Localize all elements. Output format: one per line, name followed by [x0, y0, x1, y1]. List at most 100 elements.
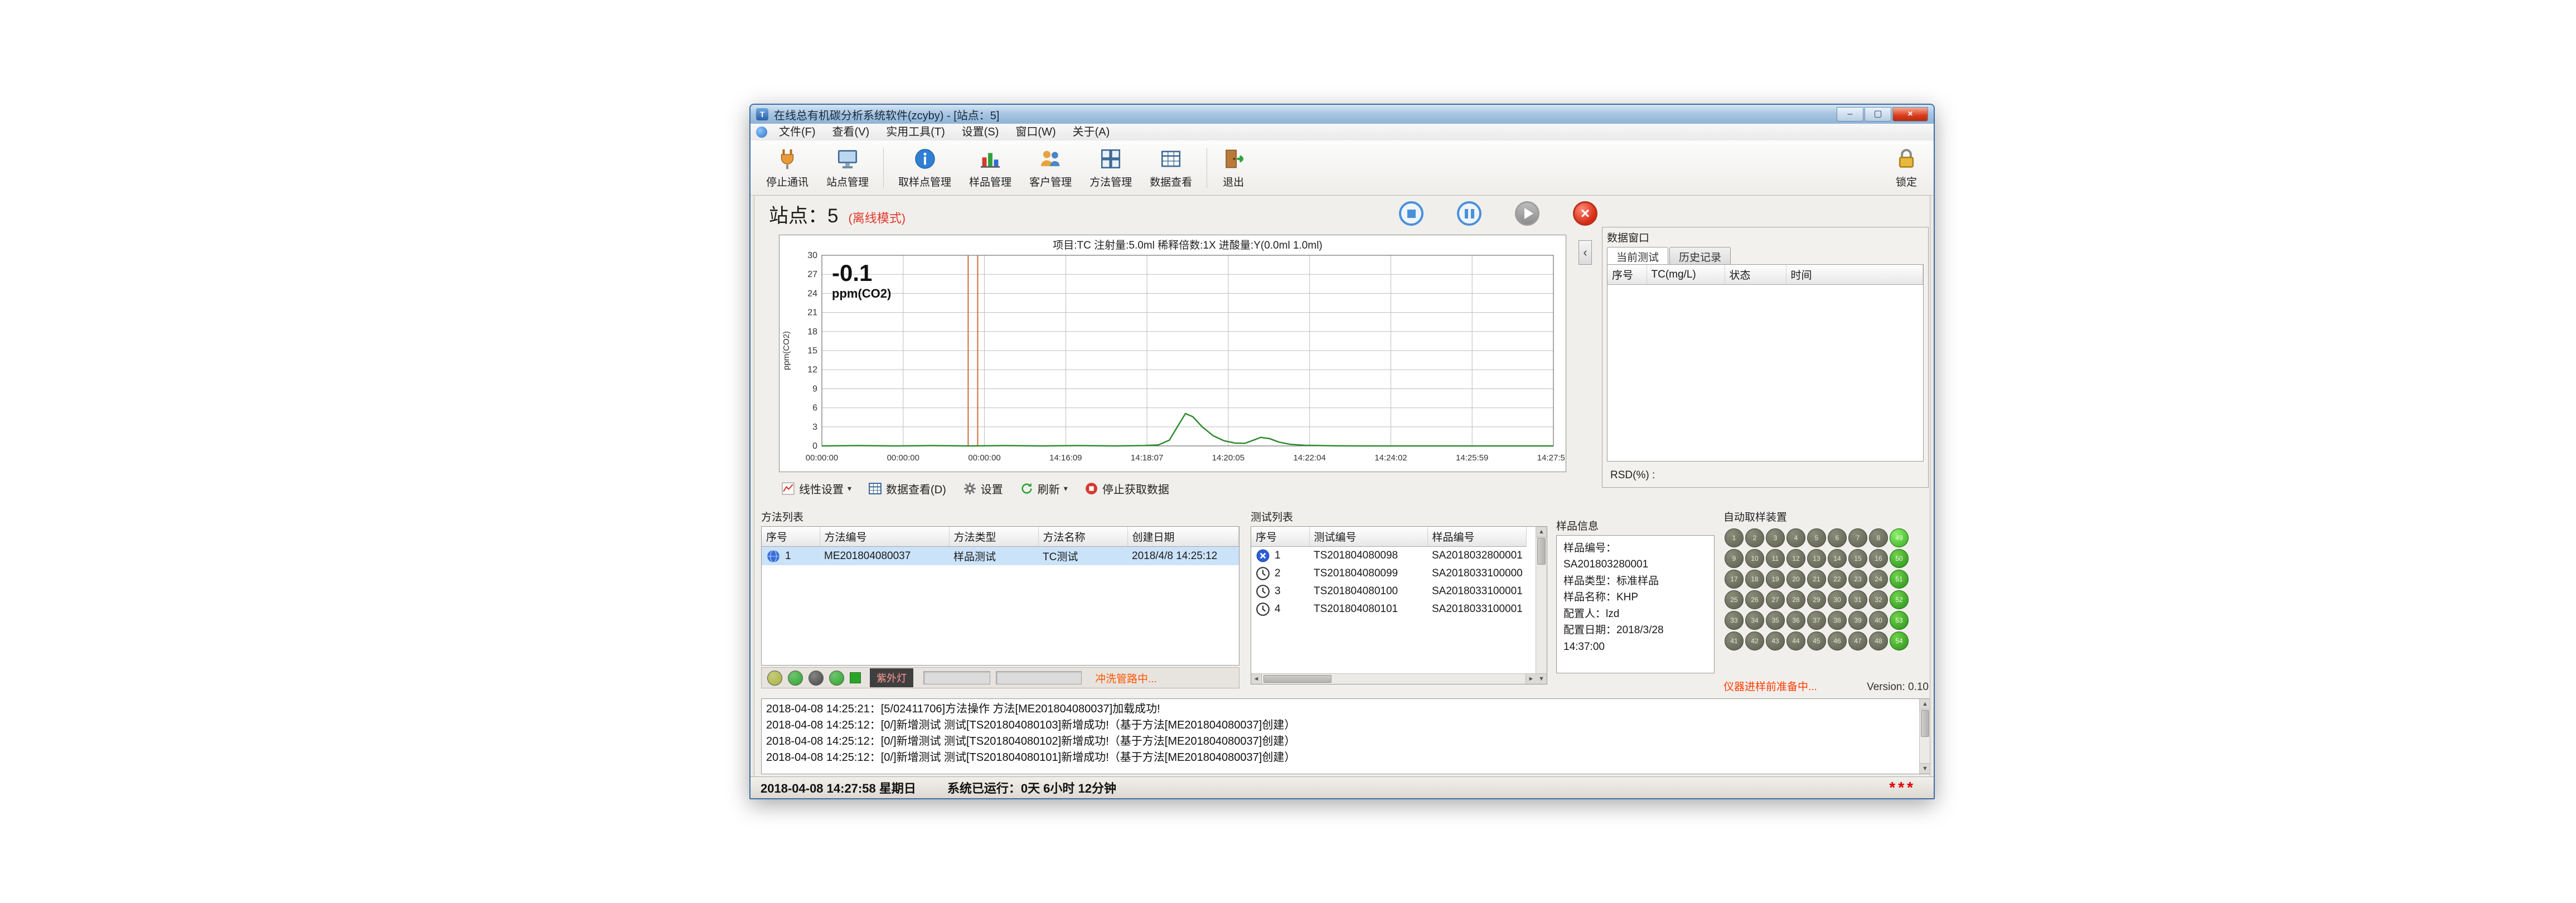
test-row[interactable]: 3TS201804080100SA2018033100001 [1251, 582, 1527, 600]
scroll-down-button[interactable]: ▼ [1920, 763, 1930, 774]
method-manage-button[interactable]: 方法管理 [1081, 143, 1141, 192]
test-list-hscrollbar[interactable]: ◄ ► [1251, 673, 1536, 684]
log-vscrollbar[interactable]: ▲ ▼ [1919, 699, 1930, 774]
menu-item[interactable]: 关于(A) [1064, 124, 1118, 140]
sampler-position[interactable]: 40 [1869, 611, 1888, 630]
sampler-position[interactable]: 5 [1807, 528, 1826, 547]
sampler-position[interactable]: 16 [1869, 549, 1888, 568]
sampler-position[interactable]: 8 [1869, 528, 1888, 547]
play-button[interactable] [1515, 201, 1539, 226]
sampler-position[interactable]: 48 [1869, 632, 1888, 650]
stop-button[interactable] [1399, 201, 1423, 226]
sampler-position[interactable]: 14 [1828, 549, 1847, 568]
sampling-point-button[interactable]: 取样点管理 [889, 143, 960, 192]
sampler-position[interactable]: 44 [1786, 632, 1805, 650]
sampler-position[interactable]: 46 [1828, 632, 1847, 650]
test-row[interactable]: 1TS201804080098SA2018032800001 [1251, 547, 1527, 565]
sampler-position[interactable]: 1 [1725, 528, 1744, 547]
abort-button[interactable]: × [1573, 201, 1597, 226]
sampler-position[interactable]: 3 [1766, 528, 1785, 547]
sampler-position[interactable]: 32 [1869, 590, 1888, 609]
sampler-position[interactable]: 20 [1786, 570, 1805, 589]
close-button[interactable]: × [1892, 107, 1928, 122]
sampler-position[interactable]: 21 [1807, 570, 1826, 589]
sampler-position[interactable]: 19 [1766, 570, 1785, 589]
tab-当前测试[interactable]: 当前测试 [1607, 247, 1668, 266]
menu-item[interactable]: 实用工具(T) [878, 124, 953, 140]
sampler-position[interactable]: 34 [1745, 611, 1764, 630]
site-manage-button[interactable]: 站点管理 [817, 143, 878, 192]
column-header[interactable]: 序号 [1251, 527, 1309, 547]
scroll-thumb[interactable] [1537, 538, 1546, 565]
menu-item[interactable]: 查看(V) [824, 124, 878, 140]
sampler-position[interactable]: 45 [1807, 632, 1826, 650]
sampler-position[interactable]: 39 [1848, 611, 1867, 630]
test-row[interactable]: 4TS201804080101SA2018033100001 [1251, 600, 1527, 618]
sampler-position[interactable]: 28 [1786, 590, 1805, 609]
sampler-position[interactable]: 7 [1848, 528, 1867, 547]
collapse-panel-button[interactable]: ‹ [1578, 240, 1592, 265]
sampler-position[interactable]: 4 [1786, 528, 1805, 547]
stop-acquire-button[interactable]: 停止获取数据 [1084, 480, 1169, 497]
data-view-chart-button[interactable]: 数据查看(D) [868, 480, 946, 497]
sample-manage-button[interactable]: 样品管理 [960, 143, 1020, 192]
sampler-position[interactable]: 25 [1725, 590, 1744, 609]
sampler-position[interactable]: 41 [1725, 632, 1744, 650]
sampler-position[interactable]: 35 [1766, 611, 1785, 630]
test-row[interactable]: 2TS201804080099SA2018033100000 [1251, 565, 1527, 582]
sampler-position[interactable]: 12 [1786, 549, 1805, 568]
sampler-position[interactable]: 29 [1807, 590, 1826, 609]
column-header[interactable]: 方法名称 [1038, 527, 1127, 547]
sampler-position[interactable]: 42 [1745, 632, 1764, 650]
column-header[interactable]: 序号 [762, 527, 820, 547]
settings-button[interactable]: 设置 [963, 480, 1003, 497]
lock-button[interactable]: 锁定 [1886, 143, 1927, 192]
sampler-position[interactable]: 30 [1828, 590, 1847, 609]
column-header[interactable]: 方法类型 [949, 527, 1038, 547]
sampler-position[interactable]: 22 [1828, 570, 1847, 589]
column-header[interactable]: 方法编号 [820, 527, 949, 547]
tab-历史记录[interactable]: 历史记录 [1669, 247, 1731, 266]
menu-item[interactable]: 设置(S) [953, 124, 1008, 140]
menu-item[interactable]: 窗口(W) [1007, 124, 1064, 140]
sampler-position-green[interactable]: 53 [1890, 611, 1909, 630]
exit-button[interactable]: 退出 [1213, 143, 1254, 192]
sampler-position-green[interactable]: 49 [1890, 528, 1909, 547]
sampler-position[interactable]: 2 [1745, 528, 1764, 547]
titlebar[interactable]: T 在线总有机碳分析系统软件(zcyby) - [站点：5] – ▢ × [750, 105, 1934, 124]
sampler-position[interactable]: 11 [1766, 549, 1785, 568]
column-header[interactable]: 序号 [1607, 265, 1647, 285]
scroll-down-button[interactable]: ▼ [1536, 673, 1547, 684]
sampler-position[interactable]: 37 [1807, 611, 1826, 630]
column-header[interactable]: 创建日期 [1127, 527, 1239, 547]
column-header[interactable]: 测试编号 [1309, 527, 1427, 547]
scroll-right-button[interactable]: ► [1526, 674, 1536, 684]
sampler-position[interactable]: 36 [1786, 611, 1805, 630]
linear-settings-button[interactable]: 线性设置▾ [781, 480, 851, 497]
sampler-position[interactable]: 17 [1725, 570, 1744, 589]
sampler-position-green[interactable]: 50 [1890, 549, 1909, 568]
stop-comm-button[interactable]: 停止通讯 [757, 143, 817, 192]
menu-item[interactable]: 文件(F) [771, 124, 824, 140]
sampler-position[interactable]: 13 [1807, 549, 1826, 568]
sampler-position[interactable]: 43 [1766, 632, 1785, 650]
sampler-position[interactable]: 47 [1848, 632, 1867, 650]
sampler-position[interactable]: 18 [1745, 570, 1764, 589]
data-view-button[interactable]: 数据查看 [1141, 143, 1201, 192]
sampler-position[interactable]: 6 [1828, 528, 1847, 547]
scroll-left-button[interactable]: ◄ [1251, 674, 1262, 684]
sampler-position-green[interactable]: 51 [1890, 570, 1909, 589]
sampler-position[interactable]: 24 [1869, 570, 1888, 589]
scroll-up-button[interactable]: ▲ [1920, 699, 1930, 710]
refresh-button[interactable]: 刷新▾ [1020, 480, 1068, 497]
maximize-button[interactable]: ▢ [1865, 107, 1891, 122]
method-row[interactable]: 1ME201804080037样品测试TC测试2018/4/8 14:25:12 [762, 547, 1239, 566]
sampler-position[interactable]: 15 [1848, 549, 1867, 568]
minimize-button[interactable]: – [1837, 107, 1863, 122]
sampler-position-green[interactable]: 54 [1890, 632, 1909, 650]
column-header[interactable]: 样品编号 [1427, 527, 1527, 547]
column-header[interactable]: TC(mg/L) [1647, 265, 1725, 285]
scroll-thumb[interactable] [1921, 710, 1929, 737]
customer-manage-button[interactable]: 客户管理 [1020, 143, 1081, 192]
sampler-position[interactable]: 26 [1745, 590, 1764, 609]
